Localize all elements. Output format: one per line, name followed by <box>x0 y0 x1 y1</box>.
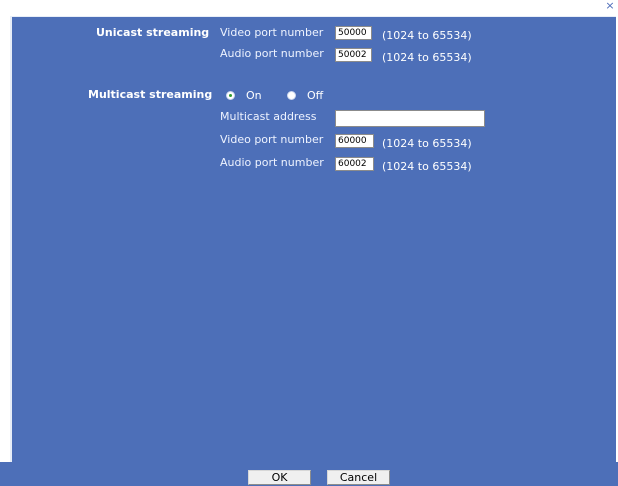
multicast-on-option[interactable]: On <box>226 89 278 103</box>
multicast-audio-range: (1024 to 65534) <box>382 160 472 173</box>
close-icon[interactable]: × <box>604 0 616 12</box>
radio-off-icon[interactable] <box>287 91 296 100</box>
unicast-audio-range: (1024 to 65534) <box>382 51 472 64</box>
multicast-video-range: (1024 to 65534) <box>382 137 472 150</box>
ok-button[interactable]: OK <box>248 470 311 485</box>
radio-on-label: On <box>246 89 262 102</box>
unicast-audio-port-input[interactable]: 50002 <box>335 48 372 62</box>
multicast-video-port-input[interactable]: 60000 <box>335 134 374 148</box>
radio-off-label: Off <box>307 89 324 102</box>
unicast-label: Unicast streaming <box>96 26 210 39</box>
top-bar: × <box>0 0 618 14</box>
unicast-audio-label: Audio port number <box>220 47 324 60</box>
multicast-audio-port-input[interactable]: 60002 <box>335 157 374 171</box>
multicast-audio-label: Audio port number <box>220 156 324 169</box>
multicast-address-label: Multicast address <box>220 110 317 123</box>
settings-panel <box>10 16 616 462</box>
cancel-button[interactable]: Cancel <box>327 470 390 485</box>
unicast-video-label: Video port number <box>220 26 324 39</box>
unicast-video-range: (1024 to 65534) <box>382 29 472 42</box>
multicast-off-option[interactable]: Off <box>287 89 332 103</box>
unicast-video-port-input[interactable]: 50000 <box>335 26 372 40</box>
multicast-video-label: Video port number <box>220 133 324 146</box>
multicast-label: Multicast streaming <box>88 88 213 101</box>
radio-on-icon[interactable] <box>226 91 235 100</box>
multicast-address-input[interactable] <box>335 110 485 127</box>
